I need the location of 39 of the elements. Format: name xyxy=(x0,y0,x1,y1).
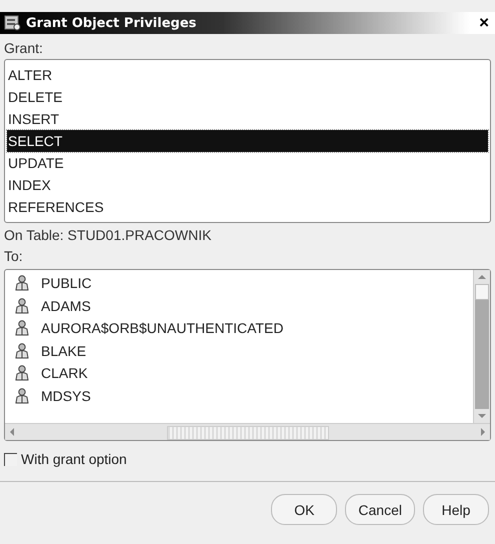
database-icon xyxy=(4,15,22,31)
privilege-item[interactable]: ALTER xyxy=(7,64,488,86)
privilege-item[interactable]: SELECT xyxy=(7,130,488,152)
close-button[interactable]: × xyxy=(477,14,491,32)
to-label: To: xyxy=(4,247,24,266)
grantee-item[interactable]: CLARK xyxy=(15,362,463,384)
grantee-name: MDSYS xyxy=(41,388,91,404)
grant-option-label: With grant option xyxy=(21,451,127,467)
ok-button[interactable]: OK xyxy=(271,494,338,525)
grantee-item[interactable]: BLAKE xyxy=(15,340,463,362)
grantee-name: CLARK xyxy=(41,365,88,382)
grantee-name: PUBLIC xyxy=(41,275,92,292)
scroll-thumb[interactable] xyxy=(166,426,328,440)
table-name-label: On Table: STUD01.PRACOWNIK xyxy=(4,226,212,245)
grantee-name: ADAMS xyxy=(41,298,91,314)
user-icon xyxy=(15,320,29,336)
privilege-item[interactable]: INDEX xyxy=(7,174,488,196)
user-icon xyxy=(15,342,29,359)
privilege-item[interactable]: DELETE xyxy=(7,86,488,108)
cancel-button[interactable]: Cancel xyxy=(345,494,415,525)
scroll-thumb[interactable] xyxy=(475,284,489,300)
help-button[interactable]: Help xyxy=(423,494,489,525)
grantee-item[interactable]: AURORA$ORB$UNAUTHENTICATED xyxy=(15,317,463,340)
privilege-item[interactable]: REFERENCES xyxy=(7,196,488,218)
user-icon xyxy=(15,275,29,292)
privilege-item[interactable]: INSERT xyxy=(7,108,488,130)
grantee-name: AURORA$ORB$UNAUTHENTICATED xyxy=(41,320,284,336)
grantee-item[interactable]: MDSYS xyxy=(15,384,463,407)
grantee-item[interactable]: PUBLIC xyxy=(15,272,463,294)
grant-label: Grant: xyxy=(4,39,44,58)
user-icon xyxy=(15,365,29,382)
grantee-item[interactable]: ADAMS xyxy=(15,294,463,317)
horizontal-scrollbar[interactable] xyxy=(5,423,490,440)
user-icon xyxy=(15,298,29,314)
window-title: Grant Object Privileges xyxy=(26,16,198,30)
user-icon xyxy=(15,388,29,404)
vertical-scrollbar[interactable] xyxy=(473,270,490,423)
privilege-item[interactable]: UPDATE xyxy=(7,152,488,174)
grantee-name: BLAKE xyxy=(41,342,86,359)
